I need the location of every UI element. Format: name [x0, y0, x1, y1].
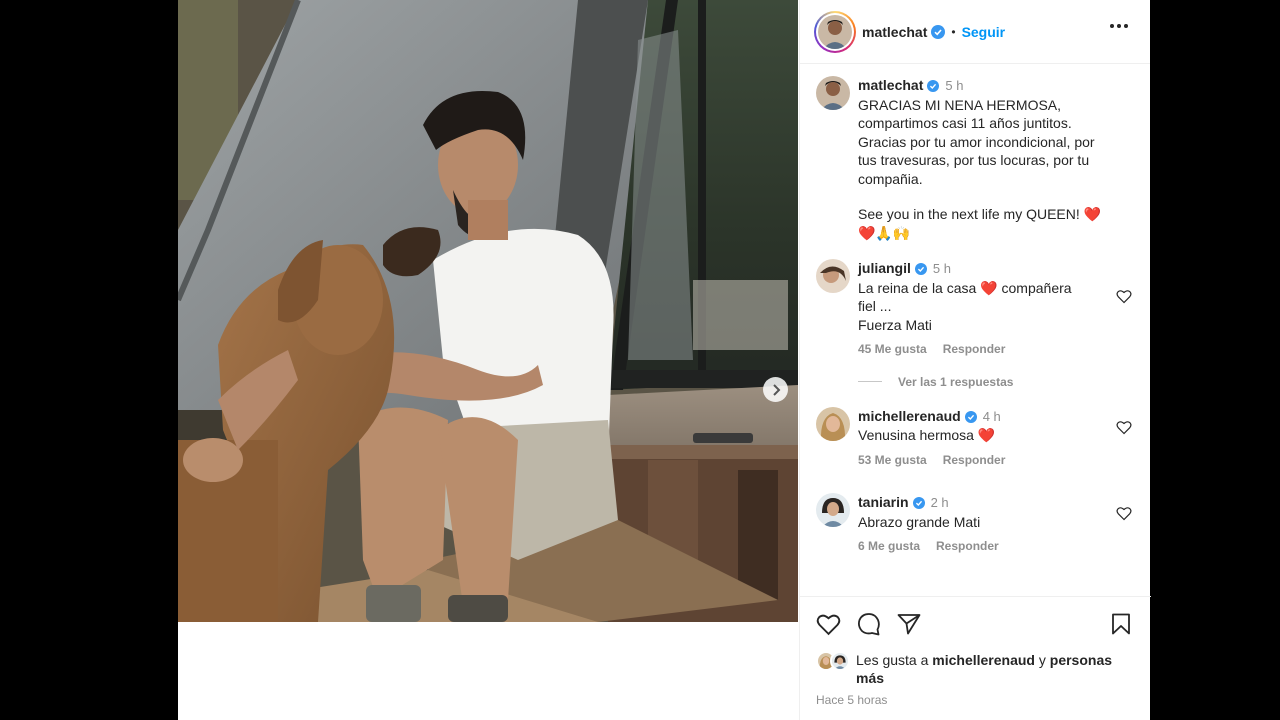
comments-list: matlechat 5 h GRACIAS MI NENA HERMOSA, co…	[800, 64, 1150, 556]
comment-likes[interactable]: 53 Me gusta	[858, 453, 927, 467]
liked-by-prefix: Les gusta a	[856, 652, 929, 668]
post-actions: Les gusta a michellerenaud y personas má…	[800, 596, 1151, 707]
comment-button[interactable]	[857, 612, 881, 636]
heart-icon	[816, 614, 841, 635]
verified-badge-icon	[931, 24, 946, 39]
comment-item: juliangil 5 h La reina de la casa ❤️ comp…	[816, 259, 1134, 359]
comment-time: 5 h	[932, 261, 951, 276]
comment-text: La reina de la casa ❤️ compañera	[858, 279, 1072, 296]
action-icons	[816, 611, 1135, 637]
comment-meta: 6 Me gusta Responder	[858, 537, 1118, 556]
more-options-icon[interactable]	[1110, 24, 1128, 28]
caption-line: ❤️🙏🙌	[858, 224, 911, 241]
next-photo-button[interactable]	[763, 377, 788, 402]
comment-text: Venusina hermosa ❤️	[858, 427, 996, 443]
author-username[interactable]: matlechat	[862, 24, 927, 40]
avatar[interactable]	[816, 259, 850, 293]
comment-username[interactable]: taniarin	[858, 494, 909, 510]
like-button[interactable]	[816, 613, 841, 636]
verified-badge-icon	[964, 410, 977, 423]
comment-time: 2 h	[930, 495, 949, 510]
comment-meta: 53 Me gusta Responder	[858, 451, 1118, 470]
reply-button[interactable]: Responder	[936, 539, 999, 553]
verified-badge-icon	[912, 497, 925, 509]
heart-icon[interactable]	[1116, 506, 1132, 521]
liked-by-text: Les gusta a michellerenaud y personas má…	[856, 651, 1112, 687]
avatar	[830, 651, 850, 671]
post-photo[interactable]	[178, 0, 798, 622]
photo-area-blank	[178, 622, 798, 720]
liked-by-connector: y	[1038, 652, 1046, 668]
caption: matlechat 5 h GRACIAS MI NENA HERMOSA, co…	[816, 76, 1134, 242]
caption-time: 5 h	[945, 78, 964, 93]
avatar[interactable]	[816, 76, 850, 110]
save-button[interactable]	[1111, 613, 1131, 635]
heart-icon[interactable]	[1116, 289, 1132, 304]
comment-time: 4 h	[982, 408, 1001, 424]
reply-button[interactable]: Responder	[943, 342, 1006, 356]
avatar[interactable]	[816, 493, 850, 527]
comment-text: Fuerza Mati	[858, 316, 932, 333]
photo-man-with-dog	[178, 0, 798, 622]
view-replies-label: Ver las 1 respuestas	[898, 374, 1014, 389]
chevron-right-icon	[772, 383, 780, 396]
comment-username[interactable]: juliangil	[858, 260, 911, 276]
caption-username[interactable]: matlechat	[858, 77, 923, 93]
view-replies-button[interactable]: Ver las 1 respuestas	[858, 375, 1134, 389]
heart-icon[interactable]	[1116, 420, 1132, 435]
avatar	[818, 14, 852, 49]
caption-line: compañia.	[858, 170, 923, 187]
liked-by: Les gusta a michellerenaud y personas má…	[816, 651, 1135, 687]
follow-button[interactable]: Seguir	[962, 24, 1006, 40]
caption-line: GRACIAS MI NENA HERMOSA,	[858, 96, 1062, 113]
share-button[interactable]	[897, 613, 921, 635]
liked-by-avatars	[816, 651, 856, 671]
comment-text: Abrazo grande Mati	[858, 513, 981, 530]
post-modal: matlechat • Seguir matlechat 5 h GRACIAS…	[178, 0, 1151, 720]
comment-likes[interactable]: 6 Me gusta	[858, 539, 920, 553]
liked-by-others-2[interactable]: más	[856, 670, 884, 686]
reply-button[interactable]: Responder	[943, 453, 1006, 467]
comment-username[interactable]: michellerenaud	[858, 408, 961, 424]
comment-meta: 45 Me gusta Responder	[858, 340, 1118, 359]
comment-item: michellerenaud 4 h Venusina hermosa ❤️ 53…	[816, 406, 1134, 470]
post-header: matlechat • Seguir	[800, 0, 1150, 64]
divider-line	[858, 381, 882, 382]
share-icon	[897, 614, 921, 635]
verified-badge-icon	[927, 80, 940, 92]
liked-by-user[interactable]: michellerenaud	[932, 652, 1035, 668]
liked-by-others[interactable]: personas	[1050, 652, 1112, 668]
post-sidebar: matlechat • Seguir matlechat 5 h GRACIAS…	[799, 0, 1151, 720]
bookmark-icon	[1112, 613, 1130, 635]
caption-line: See you in the next life my QUEEN! ❤️	[858, 206, 1102, 222]
caption-line: compartimos casi 11 años juntitos.	[858, 115, 1072, 131]
comment-likes[interactable]: 45 Me gusta	[858, 342, 927, 356]
caption-line: tus travesuras, por tus locuras, por tu	[858, 152, 1090, 168]
comment-text: fiel ...	[858, 298, 892, 314]
verified-badge-icon	[914, 263, 927, 275]
author-avatar-story[interactable]	[814, 10, 856, 53]
separator-dot: •	[951, 24, 956, 39]
caption-line: Gracias por tu amor incondicional, por	[858, 133, 1095, 150]
avatar[interactable]	[816, 406, 850, 441]
comment-icon	[858, 613, 880, 636]
comment-item: taniarin 2 h Abrazo grande Mati 6 Me gust…	[816, 493, 1134, 556]
post-timestamp[interactable]: Hace 5 horas	[816, 693, 1135, 707]
